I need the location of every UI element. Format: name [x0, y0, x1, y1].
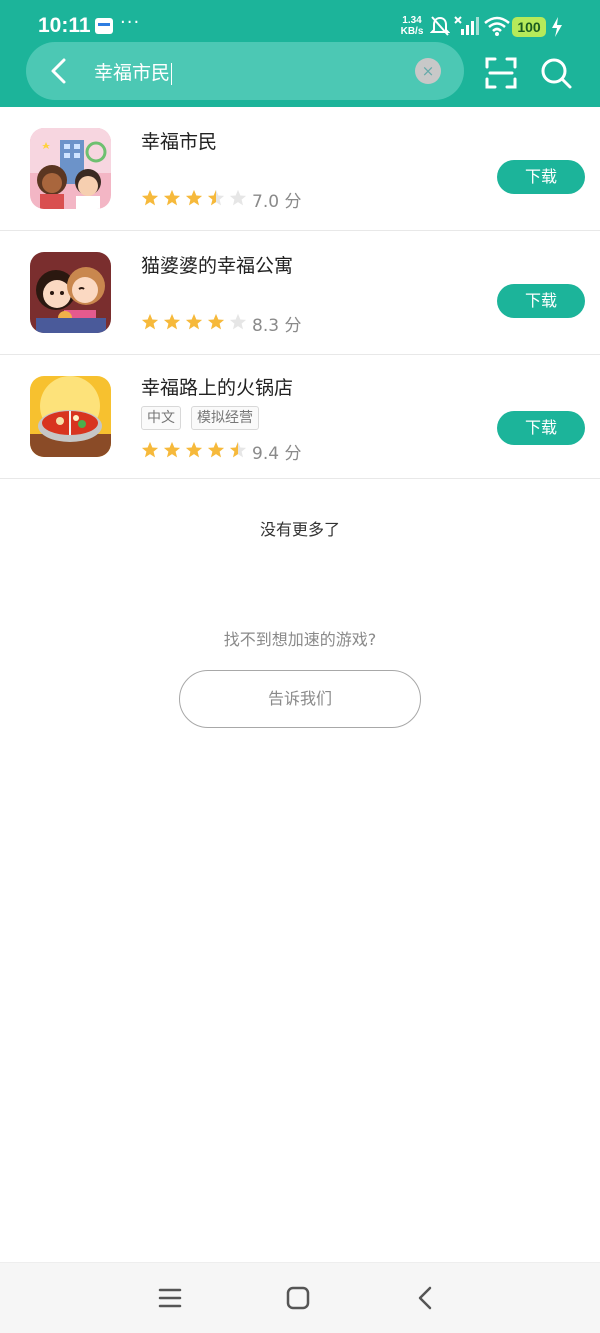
- hotpot-restaurant-game-icon: [30, 376, 111, 457]
- rating-star-icon: [163, 441, 181, 458]
- cant-find-game-text: 找不到想加速的游戏?: [223, 630, 377, 649]
- rating-star-icon: [185, 189, 203, 206]
- system-navigation-bar: [0, 1262, 600, 1333]
- network-speed-unit: KB/s: [400, 26, 424, 37]
- rating-star-icon: [163, 313, 181, 330]
- search-input[interactable]: 幸福市民: [94, 58, 173, 85]
- rating-star-icon: [141, 313, 159, 330]
- menu-icon[interactable]: [157, 1285, 183, 1311]
- rating-stars: [141, 313, 247, 331]
- back-icon[interactable]: [413, 1285, 439, 1311]
- signal-icon: [454, 16, 479, 35]
- notification-app-icon: [95, 18, 113, 34]
- app-title[interactable]: 幸福市民: [141, 127, 217, 154]
- wifi-icon: [484, 16, 510, 36]
- rating-score: 8.3 分: [252, 316, 302, 336]
- rating-star-icon: [207, 313, 225, 330]
- app-title[interactable]: 猫婆婆的幸福公寓: [141, 251, 293, 278]
- header-bar: 10:11 ··· 1.34 KB/s 100 幸福市民 ×: [0, 0, 600, 107]
- back-arrow-icon[interactable]: [40, 51, 80, 91]
- rating-star-icon: [185, 441, 203, 458]
- status-bar: 10:11 ··· 1.34 KB/s 100: [0, 0, 600, 44]
- more-notifications-icon: ···: [120, 12, 141, 33]
- rating-star-icon: [207, 189, 225, 206]
- silent-bell-icon: [430, 16, 450, 36]
- search-query: 幸福市民: [94, 62, 171, 84]
- download-button[interactable]: 下载: [497, 411, 585, 445]
- battery-indicator: 100: [512, 17, 546, 37]
- rating-star-icon: [229, 189, 247, 206]
- text-cursor: [171, 62, 173, 85]
- charging-icon: [552, 17, 562, 37]
- network-speed-value: 1.34: [402, 15, 422, 26]
- download-button[interactable]: 下载: [497, 160, 585, 194]
- search-icon[interactable]: [539, 56, 573, 90]
- app-tags: 中文 模拟经营: [141, 406, 259, 430]
- app-title[interactable]: 幸福路上的火锅店: [141, 373, 293, 400]
- result-item[interactable]: 幸福路上的火锅店 中文 模拟经营 9.4 分 下载: [0, 355, 600, 479]
- scan-icon[interactable]: [484, 56, 518, 90]
- result-item[interactable]: 猫婆婆的幸福公寓 8.3 分 下载: [0, 231, 600, 355]
- rating-star-icon: [185, 313, 203, 330]
- no-more-results-text: 没有更多了: [259, 520, 340, 539]
- rating-star-icon: [229, 313, 247, 330]
- search-results-list: 幸福市民 7.0 分 下载 猫婆婆的幸福公寓 8.3 分 下载 幸福路上的火锅店…: [0, 107, 600, 479]
- rating-stars: [141, 441, 247, 459]
- tell-us-button[interactable]: 告诉我们: [179, 670, 421, 728]
- rating-star-icon: [163, 189, 181, 206]
- happy-citizens-game-icon: [30, 128, 111, 209]
- rating-stars: [141, 189, 247, 207]
- rating-star-icon: [229, 441, 247, 458]
- network-speed: 1.34 KB/s: [398, 15, 426, 37]
- granny-cat-apartment-game-icon: [30, 252, 111, 333]
- rating-score: 7.0 分: [252, 192, 302, 212]
- rating-star-icon: [141, 441, 159, 458]
- rating-star-icon: [141, 189, 159, 206]
- search-box[interactable]: 幸福市民 ×: [26, 42, 464, 100]
- tag-genre: 模拟经营: [191, 406, 259, 430]
- tag-language: 中文: [141, 406, 181, 430]
- result-item[interactable]: 幸福市民 7.0 分 下载: [0, 107, 600, 231]
- rating-star-icon: [207, 441, 225, 458]
- status-time: 10:11: [38, 14, 91, 37]
- rating-score: 9.4 分: [252, 444, 302, 464]
- home-icon[interactable]: [285, 1285, 311, 1311]
- clear-search-button[interactable]: ×: [415, 58, 441, 84]
- download-button[interactable]: 下载: [497, 284, 585, 318]
